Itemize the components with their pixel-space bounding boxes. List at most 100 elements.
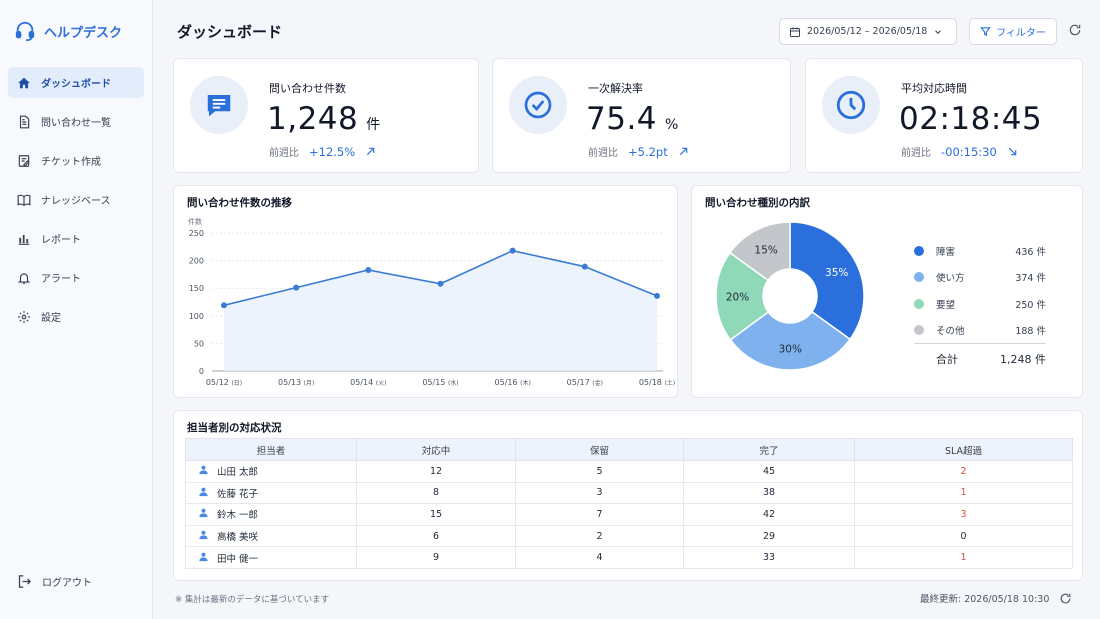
table-row[interactable]: 高橋 美咲 6 2 29 0 xyxy=(185,524,1073,548)
sidebar-item-inquiries[interactable]: 問い合わせ一覧 xyxy=(8,106,144,137)
sidebar-nav: ダッシュボード 問い合わせ一覧 チケット作成 ナレッジベース レポート アラート… xyxy=(8,67,144,340)
data-point xyxy=(581,263,588,270)
legend-swatch xyxy=(914,272,924,283)
sidebar-item-label: レポート xyxy=(41,235,81,246)
status-table-title: 担当者別の対応状況 xyxy=(187,422,282,434)
date-range-picker[interactable]: 2026/05/12 – 2026/05/18 xyxy=(779,18,957,45)
in-progress-cell: 6 xyxy=(356,524,516,548)
sidebar-item-settings[interactable]: 設定 xyxy=(8,301,144,332)
sidebar-item-label: アラート xyxy=(41,274,81,285)
logout-label: ログアウト xyxy=(42,578,92,589)
kpi-value: 1,248 件 xyxy=(267,101,381,137)
legend-total: 合計 1,248 件 xyxy=(914,343,1046,367)
user-icon xyxy=(199,465,208,475)
x-tick-label: 05/17 (金) xyxy=(567,378,603,387)
sidebar-item-label: 問い合わせ一覧 xyxy=(41,118,111,129)
column-header[interactable]: SLA超過 xyxy=(854,438,1073,461)
y-axis-label: 件数 xyxy=(188,217,202,226)
bar-chart-icon xyxy=(18,234,30,245)
donut-legend: 障害 436 件 使い方 374 件 要望 250 件 その他 188 件 xyxy=(914,238,1046,343)
data-point xyxy=(293,284,300,291)
kpi-value: 02:18:45 xyxy=(899,101,1042,137)
legend-count: 374 件 xyxy=(1015,273,1046,285)
in-progress-cell: 8 xyxy=(356,481,516,505)
legend-count: 436 件 xyxy=(1015,247,1046,259)
in-progress-cell: 12 xyxy=(356,460,516,483)
legend-count: 188 件 xyxy=(1015,326,1046,338)
line-chart: 件数 0 50 100 150 200 250 05/12 (日) 05/13 (月) 05/14… xyxy=(188,217,675,387)
sla-exceeded-cell: 0 xyxy=(854,524,1073,548)
document-list-icon xyxy=(19,115,30,128)
column-header[interactable]: 担当者 xyxy=(185,438,357,461)
assignee-cell: 佐藤 花子 xyxy=(185,481,357,505)
gear-icon xyxy=(18,310,30,323)
kpi-comp-label: 前週比 xyxy=(269,148,299,159)
y-tick-label: 150 xyxy=(189,284,204,293)
filter-label: フィルター xyxy=(996,28,1046,39)
table-row[interactable]: 山田 太郎 12 5 45 2 xyxy=(185,460,1073,483)
table-row[interactable]: 佐藤 花子 8 3 38 1 xyxy=(185,481,1073,505)
data-point xyxy=(365,266,372,273)
sidebar-item-dashboard[interactable]: ダッシュボード xyxy=(8,67,144,98)
refresh-icon[interactable] xyxy=(1059,592,1072,605)
table-row[interactable]: 鈴木 一郎 15 7 42 3 xyxy=(185,503,1073,526)
sidebar-item-reports[interactable]: レポート xyxy=(8,223,144,254)
kpi-icon-wrap xyxy=(190,76,248,134)
refresh-icon[interactable] xyxy=(1068,23,1082,37)
total-label: 合計 xyxy=(936,353,958,366)
on-hold-cell: 7 xyxy=(515,503,684,526)
slice-label: 35% xyxy=(825,267,848,279)
filter-button[interactable]: フィルター xyxy=(969,18,1057,45)
legend-swatch xyxy=(914,298,924,309)
assignee-name: 山田 太郎 xyxy=(217,467,259,479)
assignee-cell: 田中 健一 xyxy=(185,546,357,569)
sidebar: ヘルプデスク ダッシュボード 問い合わせ一覧 チケット作成 ナレッジベース レポ… xyxy=(0,0,153,619)
kpi-label: 一次解決率 xyxy=(588,82,643,95)
sidebar-item-alerts[interactable]: アラート xyxy=(8,262,144,293)
total-value: 1,248 件 xyxy=(1000,353,1046,366)
data-point xyxy=(437,280,444,287)
y-tick-label: 50 xyxy=(194,339,204,348)
x-tick-label: 05/16 (木) xyxy=(495,378,531,387)
clock-icon xyxy=(836,90,866,120)
sla-exceeded-cell: 3 xyxy=(854,503,1073,526)
headset-icon xyxy=(15,21,35,42)
slice-label: 20% xyxy=(726,291,749,303)
kpi-number: 75.4 xyxy=(586,101,658,137)
kpi-comp-label: 前週比 xyxy=(901,148,931,159)
legend-label: 要望 xyxy=(936,299,956,311)
kpi-number: 02:18:45 xyxy=(899,101,1043,137)
kpi-card-resolution-rate: 一次解決率 75.4% 前週比 +5.2pt xyxy=(492,58,791,173)
column-header[interactable]: 対応中 xyxy=(356,438,516,461)
app-title: ヘルプデスク xyxy=(44,25,123,41)
x-tick-label: 05/14 (火) xyxy=(350,378,386,387)
legend-item: 障害 436 件 xyxy=(914,238,1046,264)
kpi-icon-wrap xyxy=(822,76,880,134)
column-header[interactable]: 保留 xyxy=(515,438,684,461)
date-range-text: 2026/05/12 – 2026/05/18 xyxy=(807,26,928,37)
sidebar-item-create-ticket[interactable]: チケット作成 xyxy=(8,145,144,176)
brand[interactable]: ヘルプデスク xyxy=(14,20,122,42)
column-header[interactable]: 完了 xyxy=(683,438,855,461)
kpi-card-avg-response-time: 平均対応時間 02:18:45 前週比 -00:15:30 xyxy=(805,58,1083,173)
trend-up-icon xyxy=(367,147,375,156)
kpi-comparison: 前週比 +12.5% xyxy=(269,144,376,159)
last-updated-text: 最終更新: 2026/05/18 10:30 xyxy=(920,594,1050,605)
y-tick-label: 100 xyxy=(189,312,204,321)
kpi-icon-wrap xyxy=(509,76,567,134)
check-circle-icon xyxy=(524,91,552,119)
assignee-name: 田中 健一 xyxy=(217,553,259,565)
assignee-name: 高橋 美咲 xyxy=(217,532,259,544)
donut-chart-card: 問い合わせ種別の内訳 35% 30% 20% 15% 障害 436 件 使い方 374… xyxy=(691,185,1083,398)
calendar-icon xyxy=(790,27,800,37)
completed-cell: 45 xyxy=(683,460,855,483)
sidebar-item-knowledge-base[interactable]: ナレッジベース xyxy=(8,184,144,215)
x-tick-label: 05/15 (水) xyxy=(422,378,458,387)
legend-label: 障害 xyxy=(936,247,956,259)
on-hold-cell: 3 xyxy=(515,481,684,505)
table-row[interactable]: 田中 健一 9 4 33 1 xyxy=(185,546,1073,569)
legend-label: その他 xyxy=(936,326,965,338)
kpi-delta: -00:15:30 xyxy=(941,144,997,159)
chat-bubble-icon xyxy=(207,95,231,117)
logout-button[interactable]: ログアウト xyxy=(17,574,92,589)
